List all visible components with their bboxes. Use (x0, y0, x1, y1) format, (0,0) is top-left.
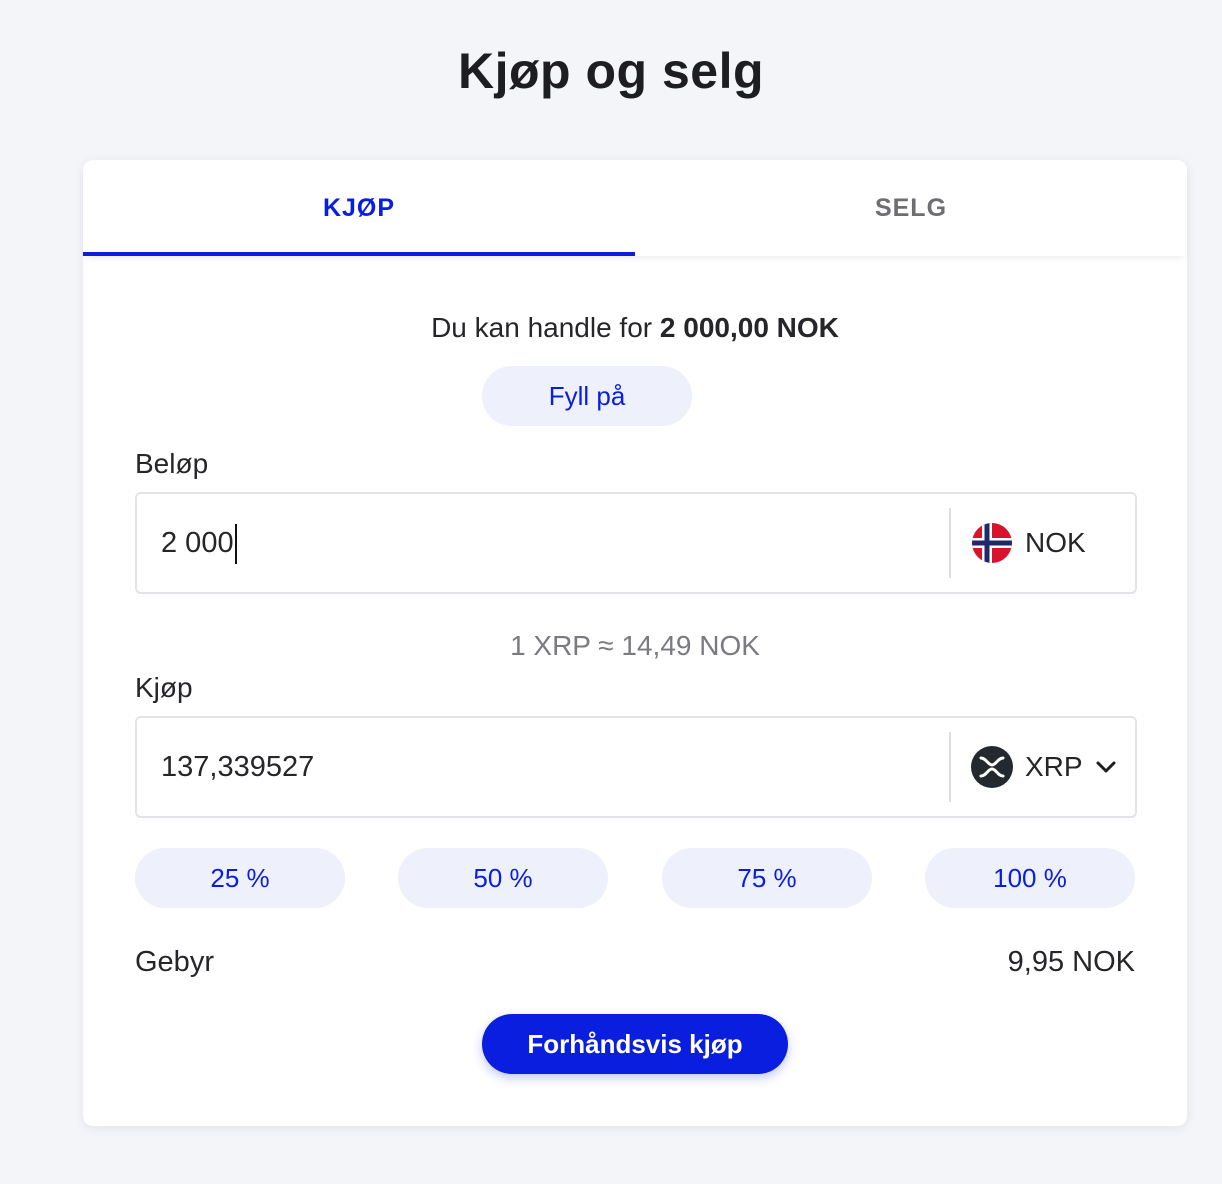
amount-label: Beløp (135, 448, 209, 479)
amount-currency-code: NOK (1025, 527, 1086, 558)
available-balance-amount: 2 000,00 NOK (659, 312, 839, 343)
available-balance: Du kan handle for 2 000,00 NOK (83, 312, 1187, 344)
tab-buy-label: KJØP (322, 193, 396, 222)
norway-flag-icon (972, 523, 1012, 563)
amount-input-value: 2 000 (161, 527, 234, 559)
field-divider (949, 732, 951, 802)
chevron-down-icon (1096, 761, 1116, 773)
field-divider (949, 508, 951, 578)
buy-input[interactable]: 137,339527 (161, 718, 314, 816)
amount-currency: NOK (971, 494, 1086, 592)
buy-label: Kjøp (135, 672, 193, 703)
buy-field[interactable]: 137,339527 XRP (135, 716, 1137, 818)
percent-25-button[interactable]: 25 % (135, 848, 345, 908)
percent-100-button[interactable]: 100 % (925, 848, 1135, 908)
fill-up-button[interactable]: Fyll på (482, 366, 692, 426)
fee-label: Gebyr (135, 946, 214, 978)
buy-currency-code: XRP (1025, 751, 1083, 782)
tab-bar: KJØP SELG (83, 160, 1187, 256)
preview-buy-button[interactable]: Forhåndsvis kjøp (482, 1014, 788, 1074)
available-balance-prefix: Du kan handle for (431, 312, 653, 343)
fee-value: 9,95 NOK (1007, 946, 1135, 978)
amount-input[interactable]: 2 000 (161, 494, 237, 592)
tab-sell[interactable]: SELG (635, 160, 1187, 256)
active-tab-indicator (83, 252, 635, 256)
page-title: Kjøp og selg (458, 43, 764, 99)
percent-50-button[interactable]: 50 % (398, 848, 608, 908)
trade-card: KJØP SELG Du kan handle for 2 000,00 NOK… (83, 160, 1187, 1126)
tab-buy[interactable]: KJØP (83, 160, 635, 256)
tab-sell-label: SELG (874, 193, 948, 222)
text-cursor (234, 524, 237, 565)
xrp-icon (971, 746, 1013, 788)
exchange-rate: 1 XRP ≈ 14,49 NOK (510, 630, 760, 661)
crypto-selector[interactable]: XRP (971, 718, 1117, 816)
buy-input-value: 137,339527 (161, 751, 315, 783)
amount-field[interactable]: 2 000 NOK (135, 492, 1137, 594)
percent-75-button[interactable]: 75 % (662, 848, 872, 908)
